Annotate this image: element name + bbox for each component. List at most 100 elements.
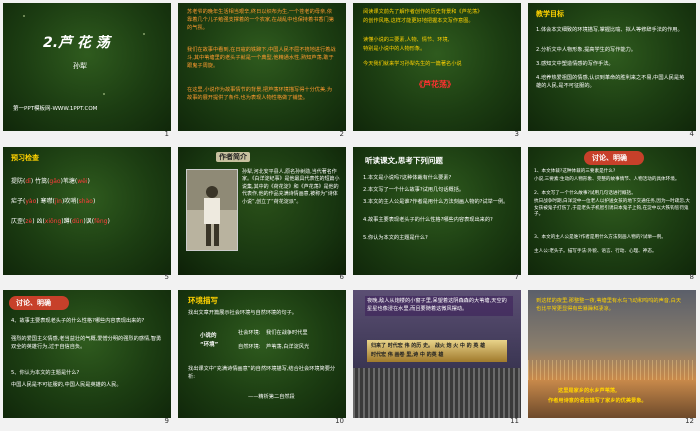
slide-number: 12: [685, 416, 694, 425]
slide-2[interactable]: 苏老爷的晚年生活相当艰辛,终日以织布为生,一个苍老的母亲,依靠着几个儿子勉强支撑…: [178, 3, 346, 131]
slide-thumb-7[interactable]: 听读课文,思考下列问题 1.本文是小说吗?这种体裁有什么要素? 2.本文写了一个…: [350, 144, 525, 288]
slide3-p5: 今天我们就来学习孙犁先生的一篇著名小说: [363, 61, 462, 67]
slide8-item-4: 抗日战争时期,白洋淀中一位老人以护送女孩的地下交通任务,因为一时疏忽,大女孩被鬼…: [534, 198, 690, 218]
slide3-p1: 阅读课文前先了解作者创作的历史背景和《芦花荡》: [363, 9, 483, 15]
slide-10[interactable]: 环境描写 找出文章开篇展示社会环境与自然环境的句子。 小说的 “环境” 社会环境…: [178, 290, 346, 419]
slide11-mid-text-2: 时代宏 伟 画卷 里,诗 中 的英 雄: [371, 352, 444, 359]
slide9-item-3: 5、你认为本文的主题是什么?: [11, 370, 80, 377]
author-photo: [186, 168, 238, 251]
slide12-bottom-text-1: 这里是家乡的水乡芦苇荡,: [558, 388, 618, 395]
person-figure: [187, 169, 237, 250]
slide-12[interactable]: 到这样的夜里,那整整一夜,苇塘里有水鸟飞动和呜呜的声音,白天也比平常更显得有些暴…: [528, 290, 696, 419]
slide10-env-2-label: 自然环境:: [238, 344, 261, 351]
slide10-label-1: 小说的: [200, 333, 217, 340]
slide10-env-1-label: 社会环境:: [238, 330, 261, 337]
slide11-reeds-image: [353, 368, 521, 419]
slide10-env-1-value: 我们在战争时代里: [266, 330, 308, 337]
slide-7[interactable]: 听读课文,思考下列问题 1.本文是小说吗?这种体裁有什么要素? 2.本文写了一个…: [353, 146, 521, 275]
slide5-row-2: 疟子(yào) 寒噤(jìn)吹哨(shào): [11, 197, 96, 205]
slide6-bio: 孙犁,河北安平县人,原名孙树勋,当代著名作家。《白洋淀纪事》是他最具代表性的短篇…: [242, 168, 340, 205]
slide5-row-3: 仄歪(zè) 凶(xiōng)蹲(dūn)讽(fěng): [11, 217, 110, 225]
slide9-item-4: 中国人民是不可征服的,中国人民是英雄的人民。: [11, 382, 122, 389]
slide-thumb-6[interactable]: 作者简介 孙犁,河北安平县人,原名孙树勋,当代著名作家。《白洋淀纪事》是他最具代…: [175, 144, 350, 288]
slide3-title: 《芦花荡》: [415, 80, 455, 89]
slide10-label-2: “环境”: [200, 342, 219, 349]
slide8-item-3: 2、本文写了一个什么故事?试用几句话进行概括。: [534, 190, 636, 196]
slide-number: 7: [514, 273, 519, 282]
slide-6[interactable]: 作者简介 孙犁,河北安平县人,原名孙树勋,当代著名作家。《白洋淀纪事》是他最具代…: [178, 146, 346, 275]
slide-number: 1: [164, 129, 169, 138]
slide10-env-2-value: 芦苇荡,白洋淀风光: [266, 344, 310, 351]
slide-number: 9: [164, 416, 169, 425]
slide8-item-2: 小说,三要素:生动的人物形象、完整的故事情节、人物活动的具体环境。: [534, 176, 680, 182]
slide10-source: ——精析第二自然段: [248, 394, 295, 401]
slide7-item-4: 4.故事主要表现老头子的什么性格?哪些内容表现出来的?: [363, 216, 493, 223]
slide-number: 10: [335, 416, 344, 425]
slide7-item-3: 3.本文的主人公是谁?作者是用什么方法刻画人物的?试举一例。: [363, 198, 509, 205]
slide-number: 11: [510, 416, 519, 425]
slide-thumb-3[interactable]: 阅读课文前先了解作者创作的历史背景和《芦花荡》 的创作风格,这样才能更好地把握本…: [350, 0, 525, 144]
slide-thumb-5[interactable]: 预习检查 提防(dī) 竹篙(gāo)苇塘(wěi) 疟子(yào) 寒噤(jì…: [0, 144, 175, 288]
slide10-heading: 环境描写: [188, 296, 218, 306]
slide11-mid-text: 归来了 时代宏 伟 的历 史。 战火 炮 火 中 的 英 雄: [371, 343, 486, 350]
slide5-row-1: 提防(dī) 竹篙(gāo)苇塘(wěi): [11, 177, 90, 185]
slide12-reeds-image: [528, 360, 696, 381]
slide-thumb-4[interactable]: 教学目标 1.体会本文细致的环境描写,掌握比喻、拟人等修辞手法的作用。 2.分析…: [525, 0, 700, 144]
slide-thumb-8[interactable]: 讨论、明确 1、本文体裁?这种体裁的三要素是什么? 小说,三要素:生动的人物形象…: [525, 144, 700, 288]
slide11-top-text: 夜晚,敌人从炮楼的小窗子里,呆望着这阴森森的大苇塘,天空的星星也像浸在水里,而且…: [365, 296, 513, 316]
slide5-heading: 预习检查: [11, 153, 39, 162]
slide7-item-1: 1.本文是小说吗?这种体裁有什么要素?: [363, 174, 452, 181]
slide8-item-5: 3、本文的主人公是谁?作者是用什么方法刻画人物的?试举一例。: [534, 234, 666, 240]
slide9-item-2: 强烈的爱国主义情感,老当益壮的气概,爱憎分明的强烈的感情,智勇双全的英雄行为,过…: [11, 336, 162, 351]
slide-thumb-1[interactable]: 2.芦 花 荡 孙犁 第一PPT模板网-WWW.1PPT.COM 1: [0, 0, 175, 144]
slide6-heading: 作者简介: [216, 151, 250, 163]
slide12-bottom-text-2: 作者用诗意的语言描写了家乡的优美景象。: [548, 398, 647, 405]
slide-number: 5: [164, 273, 169, 282]
slide12-top-text: 到这样的夜里,那整整一夜,苇塘里有水鸟飞动和呜呜的声音,白天也比平常更显得有些暴…: [536, 298, 682, 313]
slide3-p4: 特别是小说中的人物形象。: [363, 46, 426, 52]
slide9-heading: 讨论、明确: [16, 299, 51, 308]
slide8-heading: 讨论、明确: [592, 153, 627, 162]
slide4-heading: 教学目标: [536, 10, 564, 18]
slide10-outro: 找出课文中“充满诗情画意”的自然环境描写,结合社会环境简要分析:: [188, 366, 336, 381]
slide1-author: 孙犁: [73, 62, 87, 70]
slide3-p3: 读懂小说的三要素,人物、情节、环境,: [363, 37, 450, 43]
slide9-item-1: 4、故事主要表现老头子的什么性格?哪些内容表现出来的?: [11, 318, 145, 325]
slide-11[interactable]: 夜晚,敌人从炮楼的小窗子里,呆望着这阴森森的大苇塘,天空的星星也像浸在水里,而且…: [353, 290, 521, 419]
slide-3[interactable]: 阅读课文前先了解作者创作的历史背景和《芦花荡》 的创作风格,这样才能更好地把握本…: [353, 3, 521, 131]
decor-dot: [103, 93, 105, 95]
slide-9[interactable]: 讨论、明确 4、故事主要表现老头子的什么性格?哪些内容表现出来的? 强烈的爱国主…: [3, 290, 171, 419]
slide4-item-2: 2.分析文中人物形象,提高学生的写作能力。: [536, 47, 636, 53]
slide4-item-1: 1.体会本文细致的环境描写,掌握比喻、拟人等修辞手法的作用。: [536, 27, 683, 33]
slide7-item-2: 2.本文写了一个什么故事?试用几句话概括。: [363, 186, 465, 193]
slide-8[interactable]: 讨论、明确 1、本文体裁?这种体裁的三要素是什么? 小说,三要素:生动的人物形象…: [528, 146, 696, 275]
decor-dot: [23, 15, 25, 17]
slide-thumb-10[interactable]: 环境描写 找出文章开篇展示社会环境与自然环境的句子。 小说的 “环境” 社会环境…: [175, 287, 350, 431]
decor-dot: [143, 33, 145, 35]
slide-number: 3: [514, 129, 519, 138]
slide10-intro: 找出文章开篇展示社会环境与自然环境的句子。: [188, 310, 297, 317]
slide8-item-6: 主人公:老头子。描写手法:外貌、语言、行动、心理、神态。: [534, 248, 657, 254]
slide-sorter-grid: 2.芦 花 荡 孙犁 第一PPT模板网-WWW.1PPT.COM 1 苏老爷的晚…: [0, 0, 700, 431]
slide3-p2: 的创作风格,这样才能更好地把握本文写作意图。: [363, 18, 474, 24]
slide-thumb-2[interactable]: 苏老爷的晚年生活相当艰辛,终日以织布为生,一个苍老的母亲,依靠着几个儿子勉强支撑…: [175, 0, 350, 144]
slide7-item-5: 5.你认为本文的主题是什么?: [363, 234, 428, 241]
slide-number: 8: [689, 273, 694, 282]
slide-number: 2: [339, 129, 344, 138]
slide4-item-4: 4.培养热爱祖国的情感,认识到革命的胜利来之不易,中国人民是英雄的人民,是不可征…: [536, 75, 685, 89]
slide2-para1: 苏老爷的晚年生活相当艰辛,终日以织布为生,一个苍老的母亲,依靠着几个儿子勉强支撑…: [187, 9, 334, 31]
slide-number: 6: [339, 273, 344, 282]
slide1-title: 2.芦 花 荡: [43, 35, 110, 51]
slide-1[interactable]: 2.芦 花 荡 孙犁 第一PPT模板网-WWW.1PPT.COM: [3, 3, 171, 131]
slide4-item-3: 3.感知文中塑造情感的写作手法。: [536, 61, 614, 67]
slide2-para3: 在这里,小说作为故事情节的背景,把芦荡环境描写得十分优美,为故事的展开提供了条件…: [187, 87, 333, 101]
slide7-heading: 听读课文,思考下列问题: [365, 155, 443, 165]
slide-thumb-11[interactable]: 夜晚,敌人从炮楼的小窗子里,呆望着这阴森森的大苇塘,天空的星星也像浸在水里,而且…: [350, 287, 525, 431]
slide-5[interactable]: 预习检查 提防(dī) 竹篙(gāo)苇塘(wěi) 疟子(yào) 寒噤(jì…: [3, 146, 171, 275]
slide8-item-1: 1、本文体裁?这种体裁的三要素是什么?: [534, 168, 616, 174]
slide-thumb-12[interactable]: 到这样的夜里,那整整一夜,苇塘里有水鸟飞动和呜呜的声音,白天也比平常更显得有些暴…: [525, 287, 700, 431]
slide-number: 4: [689, 129, 694, 138]
slide2-para2: 我们在故事中看到,在日寇的铁蹄下,中国人民不屈不挠地进行着战斗,其中苇塘里的老头…: [187, 47, 336, 69]
slide-4[interactable]: 教学目标 1.体会本文细致的环境描写,掌握比喻、拟人等修辞手法的作用。 2.分析…: [528, 3, 696, 131]
slide-thumb-9[interactable]: 讨论、明确 4、故事主要表现老头子的什么性格?哪些内容表现出来的? 强烈的爱国主…: [0, 287, 175, 431]
